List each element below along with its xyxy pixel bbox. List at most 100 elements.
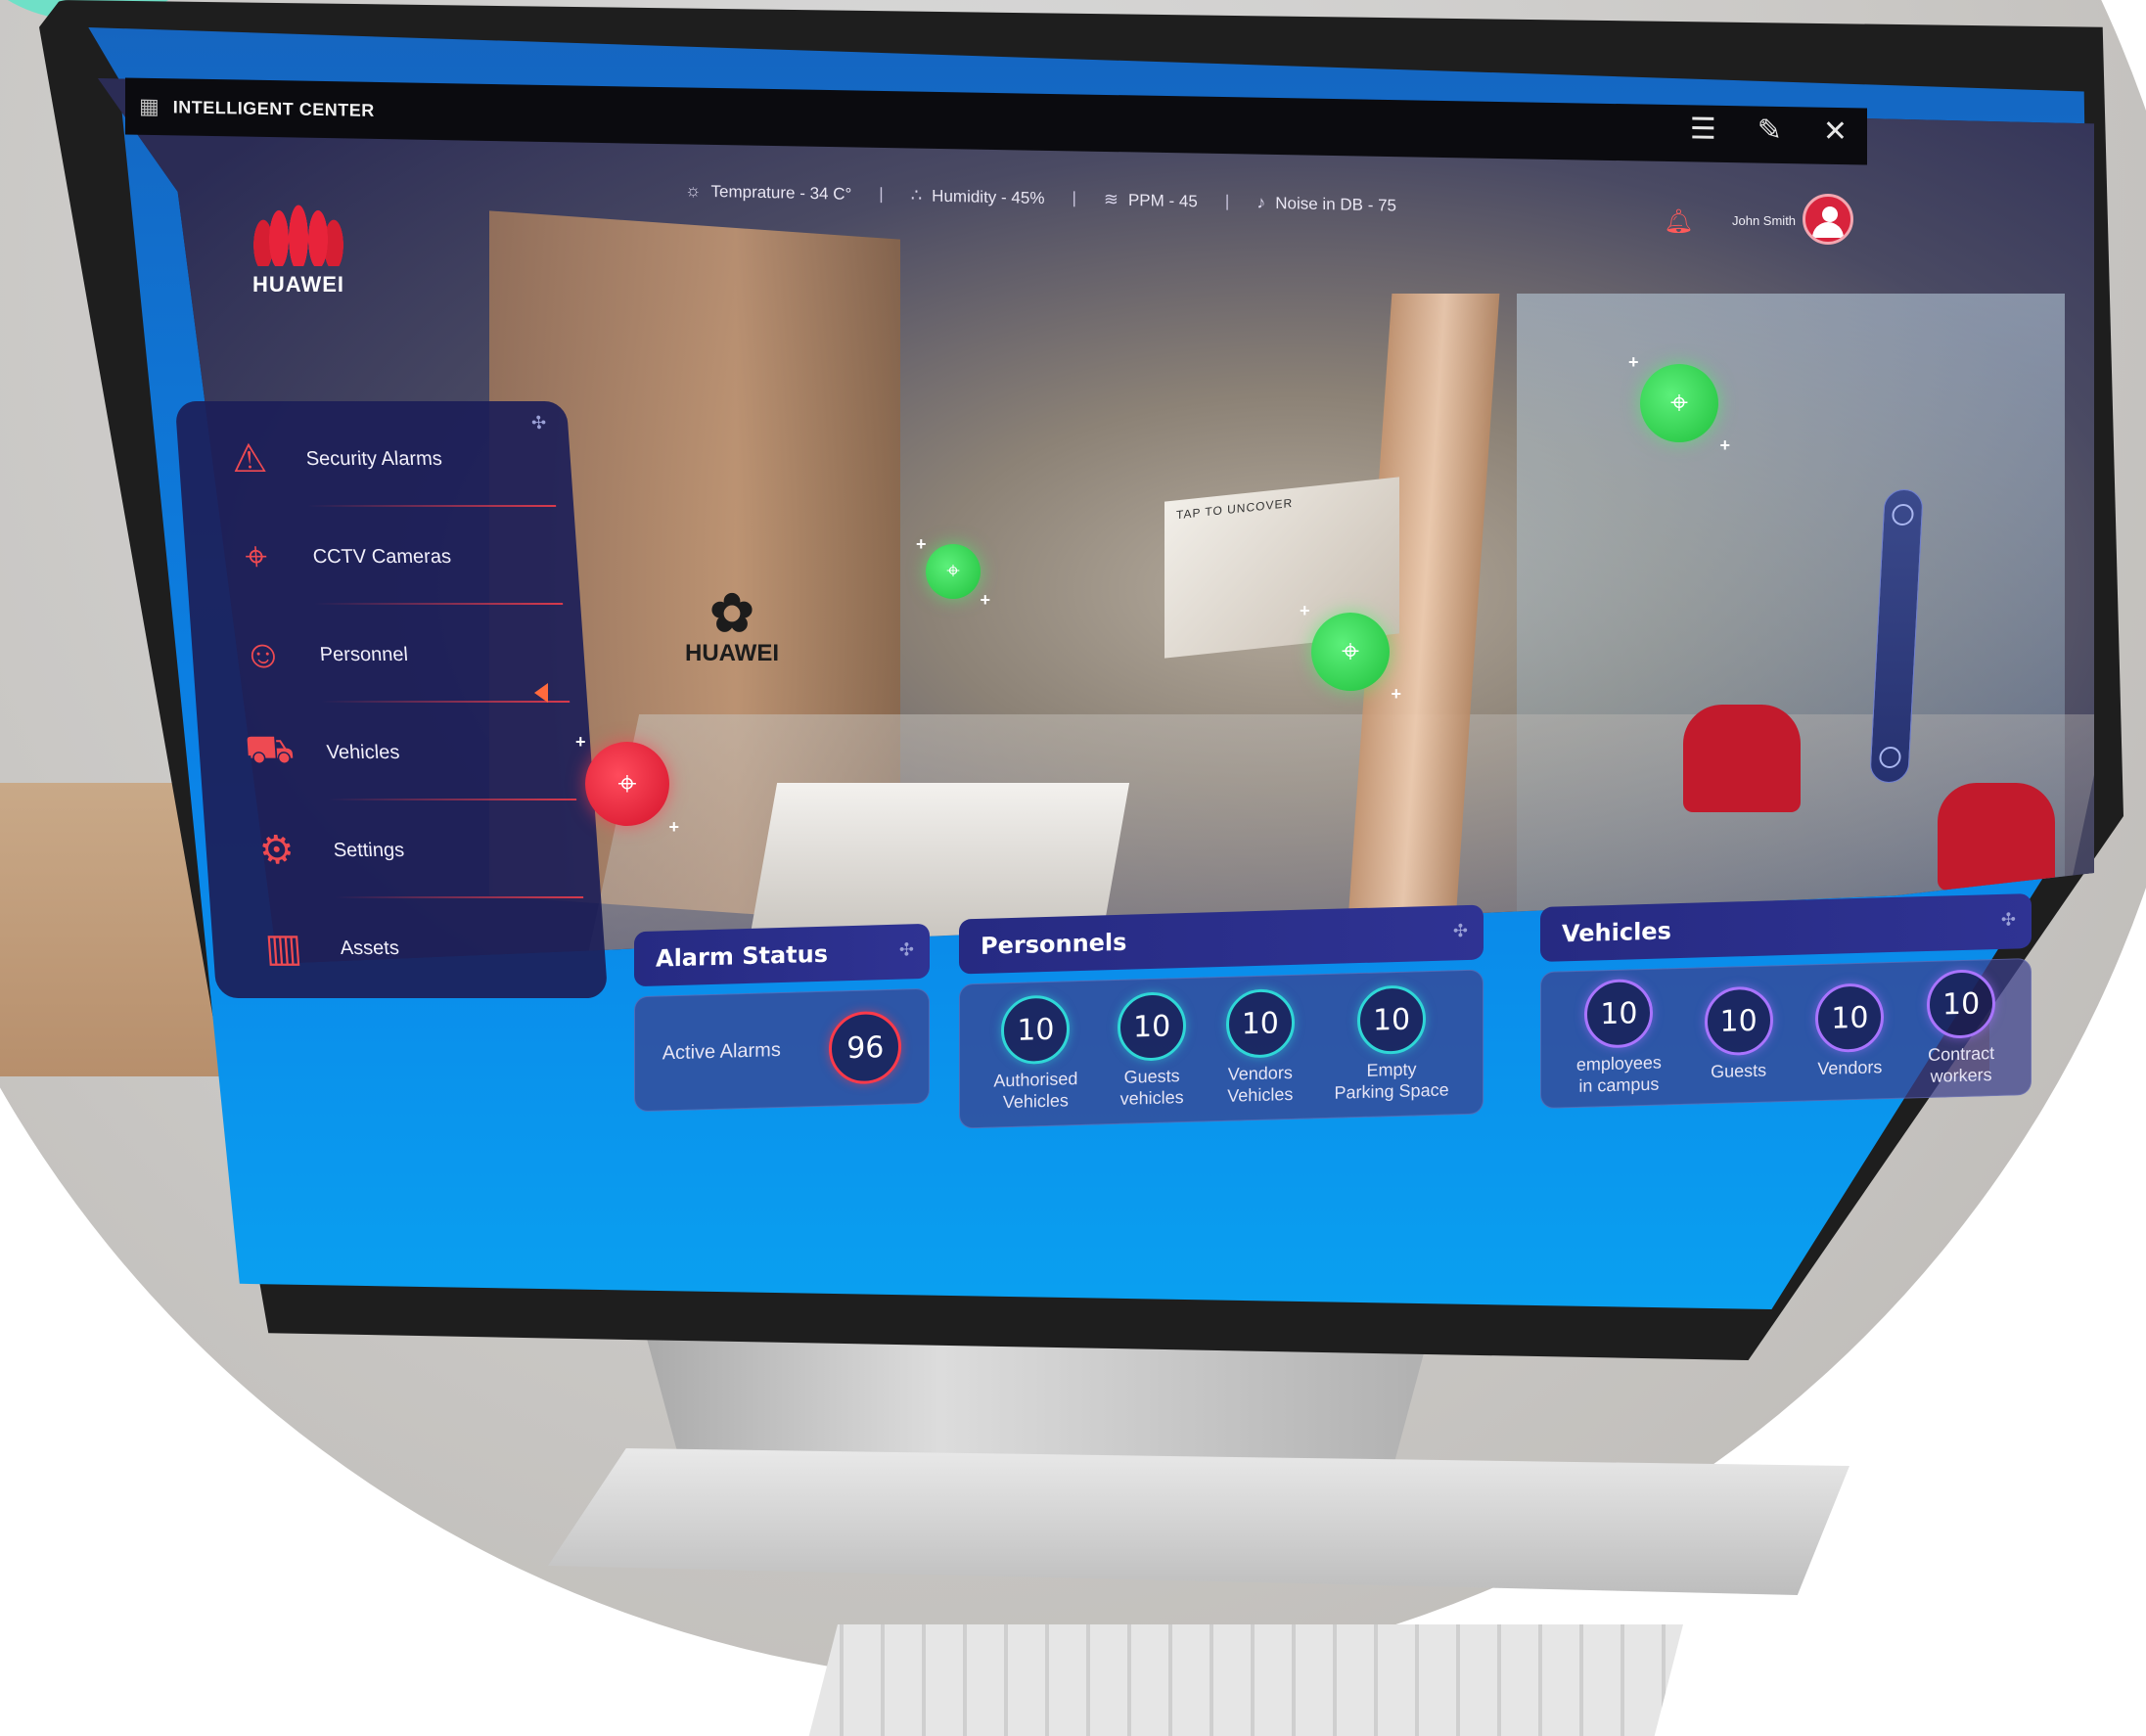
ppm-label: PPM - 45 bbox=[1127, 190, 1198, 210]
temperature-stat: ☼ Temprature - 34 C° bbox=[685, 180, 851, 205]
plus-icon: + bbox=[1300, 601, 1310, 620]
humidity-label: Humidity - 45% bbox=[932, 186, 1045, 207]
wall-logo: ✿ HUAWEI bbox=[685, 587, 779, 667]
active-alarms-count[interactable]: 96 bbox=[829, 1010, 902, 1085]
cctv-camera-icon: ⌖ bbox=[1341, 633, 1360, 668]
stat-label: Vendors bbox=[1817, 1057, 1883, 1079]
stat-label: Vendors Vehicles bbox=[1227, 1063, 1294, 1106]
divider: | bbox=[879, 184, 884, 204]
camera-pin-online[interactable]: ⌖ + + bbox=[1300, 601, 1401, 704]
window-title: INTELLIGENT CENTER bbox=[172, 96, 375, 120]
camera-pin-alarm[interactable]: ⌖ + + bbox=[575, 732, 679, 837]
plus-icon: + bbox=[668, 817, 679, 837]
stat-value: 10 bbox=[1584, 979, 1654, 1050]
stat-authorised-vehicles[interactable]: 10 Authorised Vehicles bbox=[993, 994, 1078, 1115]
move-handle-icon[interactable]: ✣ bbox=[899, 939, 914, 960]
alarm-status-widget: Alarm Status ✣ Active Alarms 96 bbox=[634, 923, 930, 1113]
widget-title: Personnels bbox=[981, 928, 1127, 960]
slider-knob-top[interactable] bbox=[1891, 504, 1915, 525]
assets-chart-icon: ▥ bbox=[263, 927, 304, 970]
cctv-camera-icon: ⌖ bbox=[946, 558, 960, 584]
stage: TAP TO UNCOVER ✿ HUAWEI ▦ INTELLIGENT CE… bbox=[0, 0, 2146, 1736]
humidity-stat: ∴ Humidity - 45% bbox=[911, 185, 1045, 208]
widget-title: Alarm Status bbox=[656, 939, 828, 973]
sidebar-item-assets[interactable]: ▥ Assets bbox=[227, 900, 590, 998]
car-icon: ⛟ bbox=[243, 728, 297, 771]
stat-label: Authorised Vehicles bbox=[993, 1069, 1078, 1113]
move-handle-icon[interactable]: ✣ bbox=[2001, 909, 2016, 930]
sidebar-item-security-alarms[interactable]: ⚠ Security Alarms bbox=[193, 411, 556, 509]
brand-logo: HUAWEI bbox=[235, 196, 362, 297]
widget-body: Active Alarms 96 bbox=[634, 987, 930, 1113]
sun-icon: ☼ bbox=[685, 180, 702, 201]
active-alarms-label: Active Alarms bbox=[662, 1038, 781, 1064]
personnels-widget: Personnels ✣ 10 Authorised Vehicles 10 G… bbox=[959, 904, 1484, 1129]
move-handle-icon[interactable]: ✣ bbox=[1453, 921, 1468, 941]
stat-label: employees in campus bbox=[1575, 1052, 1662, 1096]
camera-pin-online[interactable]: ⌖ + + bbox=[916, 534, 990, 610]
sidebar-item-settings[interactable]: ⚙ Settings bbox=[220, 802, 583, 900]
sidebar-item-personnel[interactable]: ☺ Personnel bbox=[206, 607, 570, 705]
ppm-stat: ≋ PPM - 45 bbox=[1104, 189, 1198, 211]
close-icon[interactable]: ✕ bbox=[1823, 115, 1848, 148]
sidebar-item-label: Assets bbox=[339, 937, 400, 959]
waves-icon: ≋ bbox=[1103, 189, 1119, 209]
alarm-siren-icon: ⚠ bbox=[230, 437, 269, 480]
stat-value: 10 bbox=[1001, 994, 1071, 1066]
stat-value: 10 bbox=[1357, 984, 1427, 1056]
stat-value: 10 bbox=[1815, 982, 1885, 1054]
slider-knob-bottom[interactable] bbox=[1878, 747, 1902, 768]
personnel-clock-icon: ☺ bbox=[241, 632, 285, 676]
window-controls: ☰ ✎ ✕ bbox=[1690, 113, 1848, 148]
filter-settings-icon[interactable]: ☰ bbox=[1690, 113, 1716, 145]
bell-icon[interactable]: 🔔︎ bbox=[1664, 207, 1693, 236]
microphone-icon: ♪ bbox=[1256, 192, 1266, 212]
tv-text: TAP TO UNCOVER bbox=[1176, 495, 1294, 523]
stat-guests[interactable]: 10 Guests bbox=[1704, 985, 1773, 1084]
sidebar-item-label: Settings bbox=[332, 839, 405, 861]
stat-value: 10 bbox=[1927, 969, 1996, 1040]
cctv-camera-icon: ⌖ bbox=[1669, 385, 1689, 420]
divider: | bbox=[1072, 188, 1076, 207]
scene-chair bbox=[1938, 783, 2055, 891]
stat-value: 10 bbox=[1118, 991, 1187, 1063]
temperature-label: Temprature - 34 C° bbox=[710, 181, 852, 204]
wall-logo-text: HUAWEI bbox=[685, 640, 779, 666]
plus-icon: + bbox=[980, 590, 990, 610]
user-name[interactable]: John Smith bbox=[1732, 213, 1796, 228]
avatar-body bbox=[1812, 222, 1844, 238]
stat-value: 10 bbox=[1704, 985, 1773, 1057]
widget-body: 10 employees in campus 10 Guests 10 Vend… bbox=[1540, 957, 2032, 1110]
stat-vendors[interactable]: 10 Vendors bbox=[1815, 982, 1885, 1080]
widget-header: Alarm Status ✣ bbox=[634, 923, 930, 987]
stat-label: Guests bbox=[1711, 1060, 1767, 1082]
avatar[interactable] bbox=[1803, 194, 1853, 245]
logo-text: HUAWEI bbox=[252, 272, 344, 297]
stat-contract-workers[interactable]: 10 Contract workers bbox=[1927, 969, 1996, 1087]
plus-icon: + bbox=[1391, 684, 1401, 704]
sidebar-collapse-caret-icon[interactable] bbox=[534, 683, 548, 703]
stat-empty-parking-space[interactable]: 10 Empty Parking Space bbox=[1335, 984, 1449, 1104]
gears-icon: ⚙ bbox=[257, 829, 297, 872]
sidebar-item-cctv-cameras[interactable]: ⌖ CCTV Cameras bbox=[200, 509, 563, 607]
noise-label: Noise in DB - 75 bbox=[1275, 193, 1397, 215]
pin-icon[interactable]: ✎ bbox=[1758, 114, 1782, 147]
cctv-camera-icon: ⌖ bbox=[617, 764, 637, 802]
stat-vendors-vehicles[interactable]: 10 Vendors Vehicles bbox=[1225, 988, 1295, 1107]
huawei-flower-icon bbox=[250, 196, 347, 266]
plus-icon: + bbox=[1719, 435, 1730, 455]
stat-guests-vehicles[interactable]: 10 Guests vehicles bbox=[1118, 991, 1187, 1110]
stat-label: Empty Parking Space bbox=[1334, 1059, 1449, 1103]
stat-value: 10 bbox=[1225, 988, 1295, 1060]
keyboard bbox=[802, 1624, 1683, 1736]
stat-label: Guests vehicles bbox=[1119, 1066, 1184, 1109]
camera-pin-online[interactable]: ⌖ + + bbox=[1628, 352, 1730, 455]
sidebar-item-vehicles[interactable]: ⛟ Vehicles bbox=[213, 705, 576, 802]
stat-label: Contract workers bbox=[1928, 1043, 1995, 1086]
widget-body: 10 Authorised Vehicles 10 Guests vehicle… bbox=[959, 969, 1484, 1129]
plus-icon: + bbox=[916, 534, 927, 554]
stat-employees-in-campus[interactable]: 10 employees in campus bbox=[1576, 979, 1662, 1098]
sidebar-item-label: Vehicles bbox=[325, 741, 401, 763]
wall-logo-petals-icon: ✿ bbox=[709, 584, 754, 643]
avatar-head bbox=[1822, 206, 1838, 222]
